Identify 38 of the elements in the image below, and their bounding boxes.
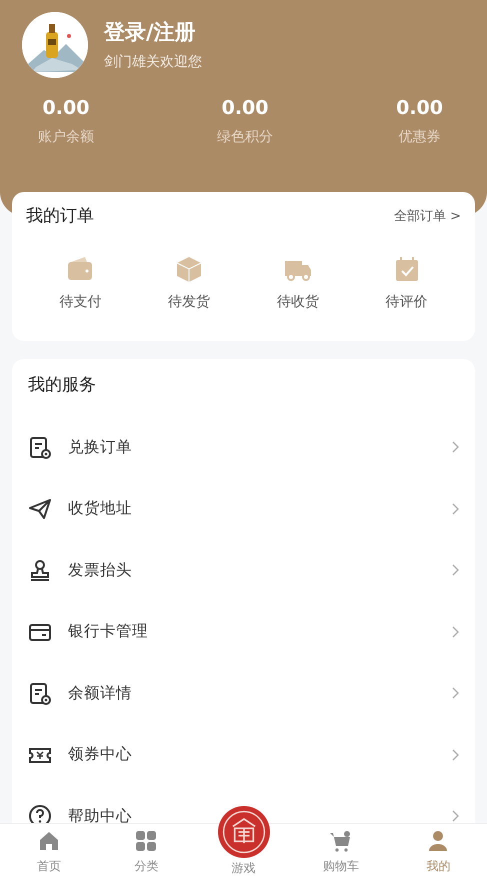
chevron-icon — [452, 687, 459, 700]
service-item[interactable]: 收货地址 — [28, 478, 459, 540]
chevron-icon — [452, 810, 459, 822]
paper-plane-icon — [28, 496, 52, 521]
stat-label: 优惠券 — [398, 128, 441, 146]
chevron-icon — [452, 748, 459, 761]
document-icon — [28, 681, 52, 706]
service-item[interactable]: 领券中心 — [28, 724, 459, 786]
order-status-item[interactable]: 待发货 — [134, 254, 244, 312]
chevron-icon — [452, 564, 459, 576]
service-item[interactable]: 余额详情 — [28, 662, 459, 724]
chevron-icon — [452, 626, 459, 638]
stat-label: 绿色积分 — [217, 128, 274, 146]
tab-item[interactable]: 首页 — [0, 824, 98, 879]
document-icon — [28, 435, 52, 460]
stamp-icon — [28, 558, 52, 582]
welcome-text: 剑门雄关欢迎您 — [104, 53, 202, 72]
section-title: 我的服务 — [28, 374, 97, 396]
service-item[interactable]: 银行卡管理 — [28, 601, 459, 662]
service-item[interactable]: 兑换订单 — [28, 416, 459, 478]
stat-value: 0.00 — [222, 96, 268, 121]
section-title: 我的订单 — [26, 205, 94, 228]
help-icon — [28, 804, 52, 823]
order-status-item[interactable]: 待收货 — [244, 254, 352, 312]
grid-icon — [134, 829, 158, 853]
chevron-icon — [452, 502, 459, 515]
service-item[interactable]: 发票抬头 — [28, 540, 459, 601]
stat-label: 账户余额 — [38, 128, 94, 146]
tab-item[interactable]: 购物车 — [292, 824, 390, 879]
chevron-icon — [452, 441, 459, 454]
stat-value: 0.00 — [42, 96, 90, 121]
order-status-item[interactable]: 待支付 — [26, 254, 135, 312]
cart-icon — [328, 829, 353, 853]
tab-item[interactable]: 分类 — [98, 824, 195, 879]
all-orders-link[interactable]: 全部订单 > — [394, 207, 461, 226]
game-logo-icon — [218, 806, 270, 858]
stat-value: 0.00 — [396, 96, 443, 121]
order-status-item[interactable]: 待评价 — [352, 254, 461, 312]
